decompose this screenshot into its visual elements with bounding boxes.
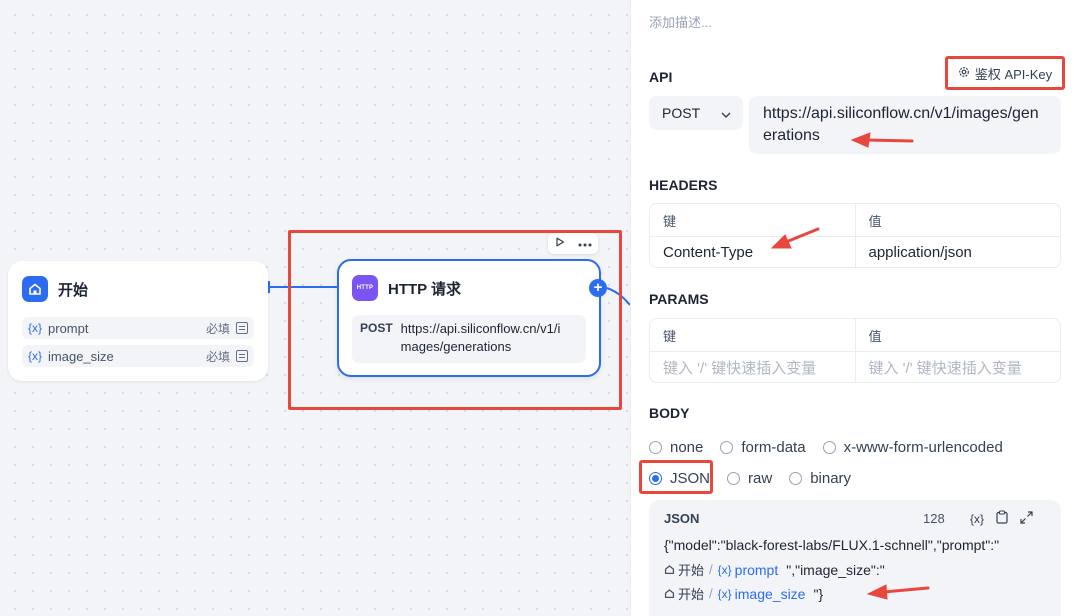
chip-separator: / [709, 562, 713, 577]
params-value-column: 值 [854, 319, 1061, 351]
node-settings-panel: 添加描述... API 鉴权 API-Key POST https://api.… [630, 0, 1080, 616]
chip-variable-name: image_size [734, 585, 806, 602]
params-key-column: 键 [663, 328, 677, 344]
variable-name: prompt [48, 320, 89, 336]
body-section-title: BODY [649, 405, 690, 421]
headers-key-column: 键 [663, 213, 677, 229]
variable-icon: {x} [28, 349, 43, 363]
expand-icon[interactable] [1020, 510, 1033, 527]
http-node-title: HTTP 请求 [388, 280, 462, 298]
body-radio-binary[interactable]: binary [789, 470, 851, 487]
url-input[interactable]: https://api.siliconflow.cn/v1/images/gen… [749, 96, 1061, 154]
select-type-icon [236, 350, 248, 362]
chip-variable-name: prompt [734, 561, 779, 578]
method-value: POST [662, 105, 701, 121]
variable-reference-chip[interactable]: 开始 / {x} prompt [664, 560, 778, 579]
chip-node-name: 开始 [678, 587, 705, 602]
chip-separator: / [709, 586, 713, 601]
description-input[interactable]: 添加描述... [649, 12, 712, 31]
body-radio-none[interactable]: none [649, 439, 703, 456]
json-editor-title: JSON [664, 511, 700, 526]
table-row: 键入 '/' 键快速插入变量 键入 '/' 键快速插入变量 [650, 351, 1061, 382]
home-icon [22, 276, 48, 302]
insert-variable-icon[interactable]: {x} [970, 512, 984, 526]
copy-icon[interactable] [996, 510, 1008, 527]
http-request-node[interactable]: HTTP HTTP 请求 POST https://api.siliconflo… [337, 259, 601, 377]
param-value-input[interactable]: 键入 '/' 键快速插入变量 [854, 352, 1061, 382]
json-char-count: 128 [923, 511, 945, 526]
json-line-1: {"model":"black-forest-labs/FLUX.1-schne… [664, 537, 1000, 553]
node-mini-toolbar [548, 233, 598, 254]
text-type-icon [236, 322, 248, 334]
json-text-segment: "} [813, 585, 824, 602]
header-value-input[interactable]: application/json [854, 237, 1061, 267]
table-row: Content-Type application/json [650, 236, 1061, 267]
add-node-icon[interactable]: + [589, 279, 607, 297]
variable-name: image_size [48, 348, 114, 364]
radio-label: binary [810, 470, 852, 487]
method-select[interactable]: POST [649, 96, 743, 130]
json-line-2: 开始 / {x} prompt ","image_size":" [664, 560, 885, 579]
home-icon [664, 589, 675, 599]
body-radio-form-data[interactable]: form-data [720, 439, 806, 456]
start-node[interactable]: 开始 {x} prompt 必填 {x} image_size 必填 [8, 261, 268, 381]
variable-icon: {x} [717, 586, 732, 601]
http-url: https://api.siliconflow.cn/v1/images/gen… [400, 321, 561, 354]
run-icon[interactable] [555, 237, 565, 250]
params-section-title: PARAMS [649, 291, 709, 307]
json-line-3: 开始 / {x} image_size "} [664, 584, 823, 603]
variable-icon: {x} [28, 321, 43, 335]
body-radio-urlencoded[interactable]: x-www-form-urlencoded [822, 439, 1003, 456]
start-var-prompt[interactable]: {x} prompt 必填 [22, 317, 254, 339]
http-request-summary: POST https://api.siliconflow.cn/v1/image… [352, 315, 586, 363]
headers-table: 键 值 Content-Type application/json [649, 203, 1061, 268]
required-label: 必填 [205, 349, 230, 364]
chevron-down-icon [721, 105, 731, 121]
radio-label: form-data [741, 439, 806, 456]
headers-section-title: HEADERS [649, 177, 718, 193]
start-var-image-size[interactable]: {x} image_size 必填 [22, 345, 254, 367]
chip-node-name: 开始 [678, 563, 705, 578]
gear-icon [958, 66, 970, 81]
header-key-input[interactable]: Content-Type [650, 237, 855, 267]
json-editor[interactable]: JSON 128 {x} {"model":"black-forest-labs… [649, 500, 1061, 616]
auth-label: 鉴权 API-Key [974, 66, 1053, 82]
headers-value-column: 值 [854, 204, 1061, 236]
required-label: 必填 [205, 321, 230, 336]
radio-label: x-www-form-urlencoded [843, 439, 1003, 456]
radio-label: none [670, 439, 704, 456]
variable-reference-chip[interactable]: 开始 / {x} image_size [664, 584, 805, 603]
http-method: POST [360, 321, 393, 335]
radio-icon [727, 472, 741, 485]
radio-icon [720, 441, 734, 454]
workflow-canvas[interactable]: 开始 {x} prompt 必填 {x} image_size 必填 HTTP … [0, 0, 630, 616]
params-table: 键 值 键入 '/' 键快速插入变量 键入 '/' 键快速插入变量 [649, 318, 1061, 383]
radio-label: raw [748, 470, 773, 487]
more-icon[interactable] [578, 238, 592, 250]
home-icon [664, 565, 675, 575]
radio-icon [789, 472, 803, 485]
json-text-segment: ","image_size":" [786, 561, 885, 578]
radio-icon [822, 441, 836, 454]
start-node-title: 开始 [58, 281, 89, 299]
api-section-title: API [649, 69, 673, 85]
radio-icon [649, 441, 662, 454]
annotation-highlight-json [639, 460, 713, 494]
auth-button[interactable]: 鉴权 API-Key [945, 56, 1065, 90]
body-type-radio-group: none form-data x-www-form-urlencoded [649, 439, 1020, 456]
http-icon: HTTP [352, 275, 378, 301]
param-key-input[interactable]: 键入 '/' 键快速插入变量 [650, 352, 855, 382]
body-radio-raw[interactable]: raw [727, 470, 772, 487]
variable-icon: {x} [717, 562, 732, 577]
